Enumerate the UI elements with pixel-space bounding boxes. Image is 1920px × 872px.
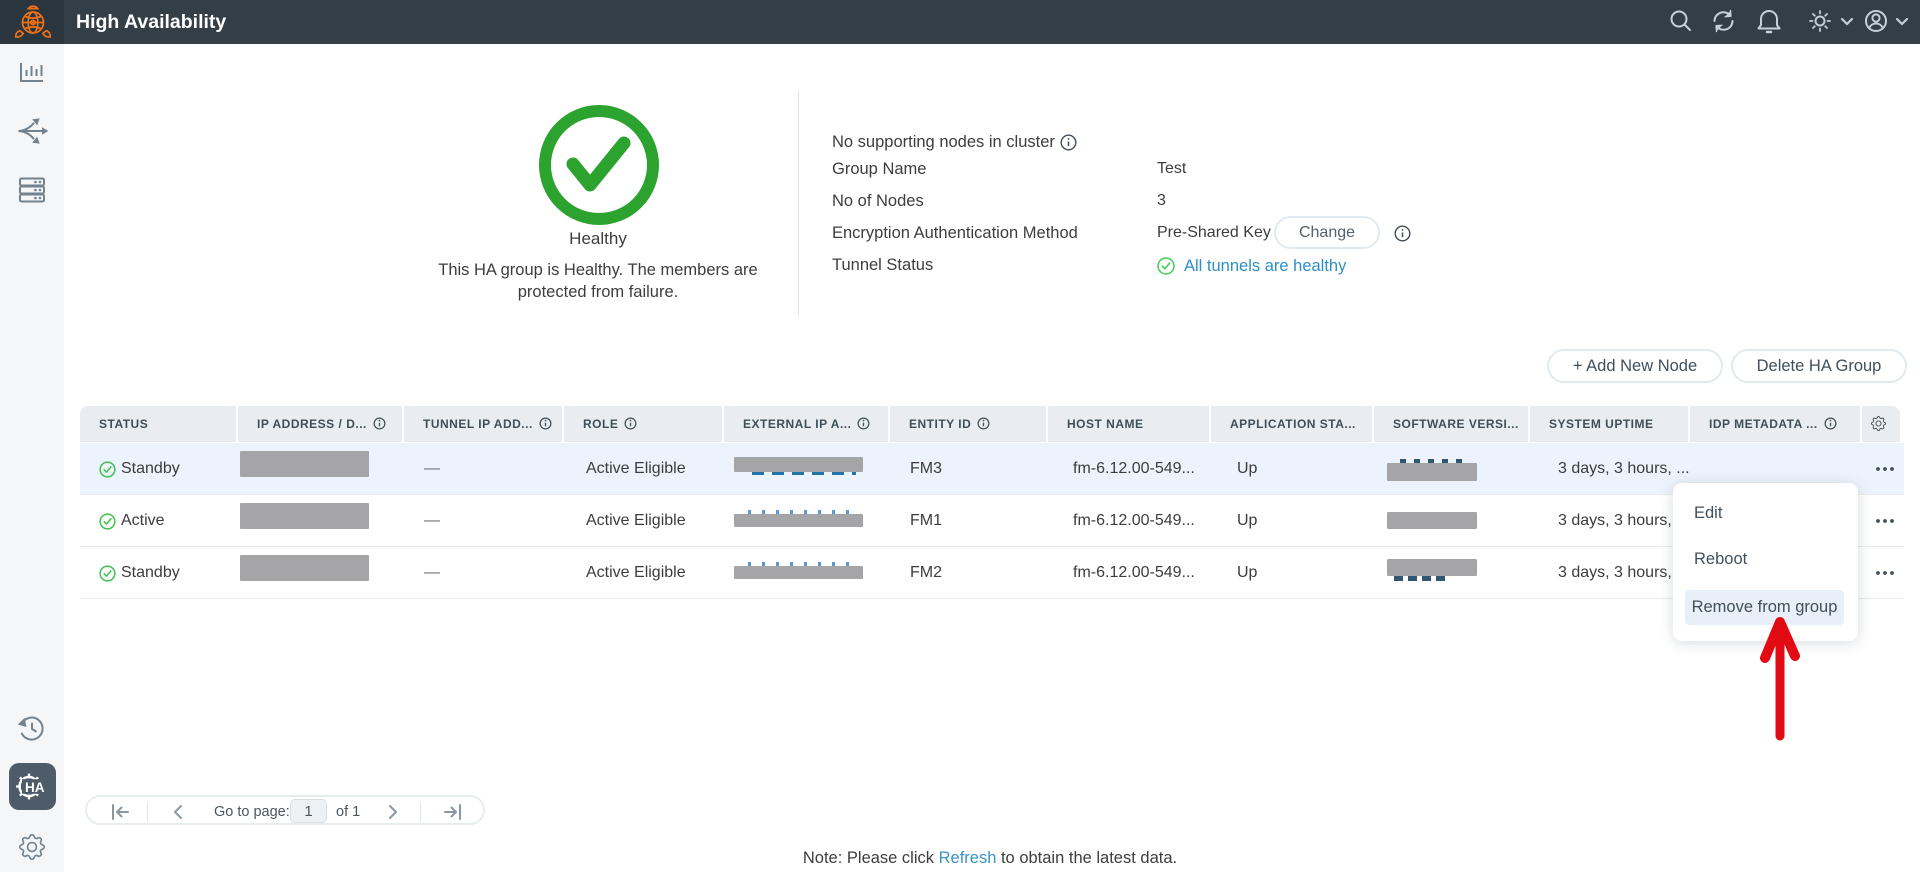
svg-text:HA: HA	[25, 780, 45, 795]
